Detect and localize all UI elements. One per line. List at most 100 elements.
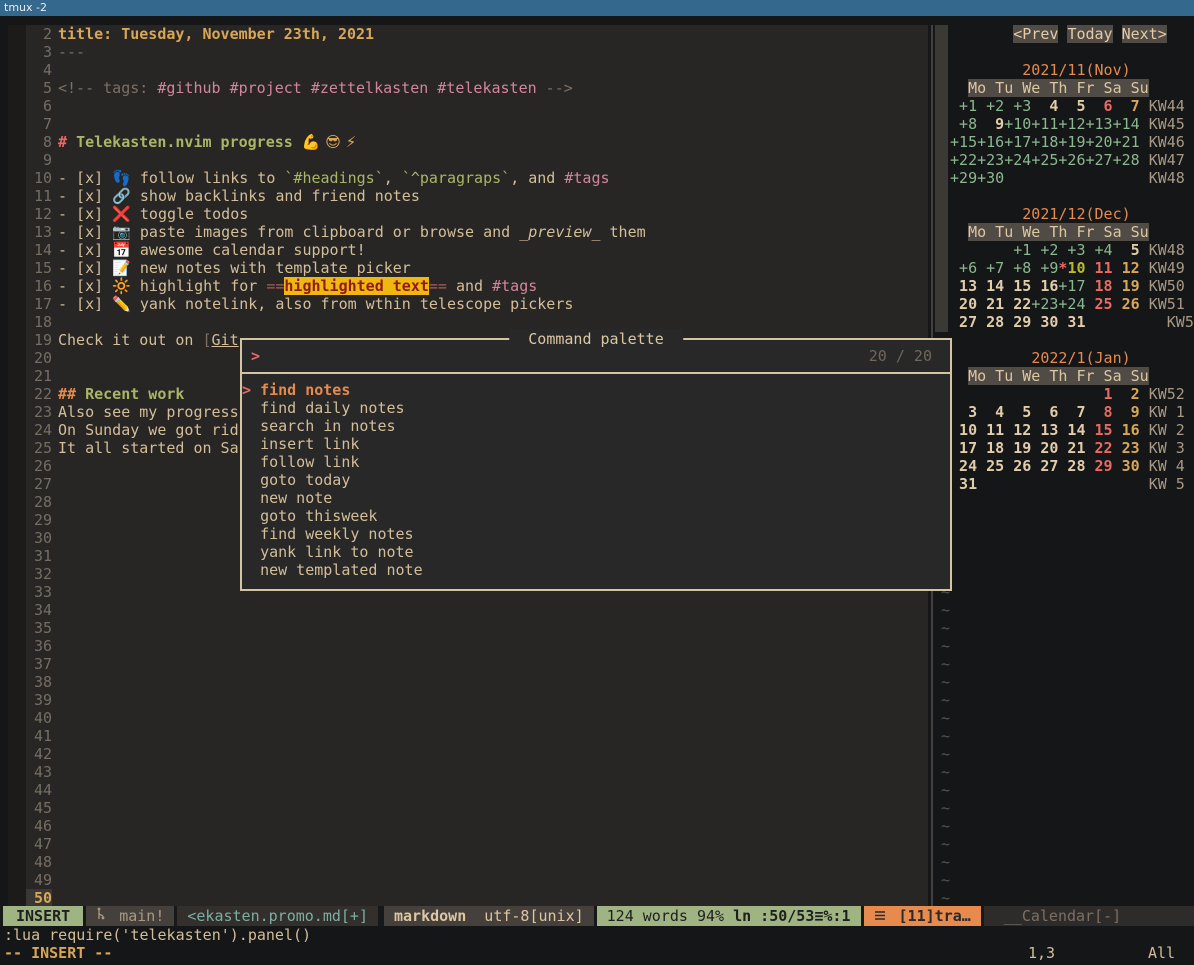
palette-item[interactable]: find daily notes: [242, 399, 950, 417]
calendar-day[interactable]: 15: [1086, 421, 1113, 439]
calendar-day[interactable]: 29: [1004, 313, 1031, 331]
calendar-day[interactable]: +6: [950, 259, 977, 277]
calendar-day[interactable]: 14: [977, 277, 1004, 295]
calendar-day[interactable]: 21: [1058, 439, 1085, 457]
calendar-day[interactable]: 3: [950, 403, 977, 421]
calendar-day[interactable]: 6: [1086, 97, 1113, 115]
calendar-day[interactable]: +9: [1031, 259, 1058, 277]
calendar-day[interactable]: 9: [1113, 403, 1140, 421]
calendar-day[interactable]: +8: [950, 115, 977, 133]
calendar-day[interactable]: +20: [1086, 133, 1113, 151]
calendar-day[interactable]: +2: [1031, 241, 1058, 259]
palette-prompt[interactable]: > 20 / 20: [242, 340, 950, 374]
calendar-day[interactable]: 30: [1031, 313, 1058, 331]
calendar-day[interactable]: +19: [1058, 133, 1085, 151]
calendar-day[interactable]: 13: [1031, 421, 1058, 439]
calendar-day[interactable]: 5: [1113, 241, 1140, 259]
calendar-day[interactable]: +25: [1031, 151, 1058, 169]
calendar-day[interactable]: 12: [1004, 421, 1031, 439]
calendar-day[interactable]: 17: [950, 439, 977, 457]
calendar-day[interactable]: 4: [977, 403, 1004, 421]
calendar-day[interactable]: 9: [977, 115, 1004, 133]
calendar-day[interactable]: +21: [1113, 133, 1140, 151]
calendar-day[interactable]: +22: [950, 151, 977, 169]
calendar-day[interactable]: +23: [977, 151, 1004, 169]
calendar-day[interactable]: 11: [1086, 259, 1113, 277]
calendar-day[interactable]: +17: [1004, 133, 1031, 151]
calendar-day[interactable]: +3: [1004, 97, 1031, 115]
calendar-day[interactable]: +30: [977, 169, 1004, 187]
calendar-day[interactable]: 27: [1031, 457, 1058, 475]
calendar-day[interactable]: 31: [1058, 313, 1085, 331]
calendar-day[interactable]: +17: [1058, 277, 1085, 295]
palette-item[interactable]: search in notes: [242, 417, 950, 435]
today-button[interactable]: Today: [1067, 25, 1112, 43]
calendar-day[interactable]: 22: [1004, 295, 1031, 313]
calendar-day[interactable]: 12: [1113, 259, 1140, 277]
calendar-day[interactable]: 2: [1113, 385, 1140, 403]
calendar-day[interactable]: 31: [950, 475, 977, 493]
calendar-day[interactable]: +2: [977, 97, 1004, 115]
palette-item[interactable]: find weekly notes: [242, 525, 950, 543]
calendar-day[interactable]: +18: [1031, 133, 1058, 151]
calendar-day[interactable]: 6: [1031, 403, 1058, 421]
calendar-day[interactable]: 26: [1004, 457, 1031, 475]
palette-item[interactable]: > find notes: [242, 381, 950, 399]
calendar-day[interactable]: +15: [950, 133, 977, 151]
calendar-day[interactable]: +16: [977, 133, 1004, 151]
calendar-day[interactable]: 18: [977, 439, 1004, 457]
calendar-day[interactable]: 7: [1058, 403, 1085, 421]
calendar-day[interactable]: 25: [977, 457, 1004, 475]
calendar-day[interactable]: 5: [1058, 97, 1085, 115]
calendar-day[interactable]: 30: [1113, 457, 1140, 475]
calendar-day[interactable]: +3: [1058, 241, 1085, 259]
calendar-day[interactable]: 7: [1113, 97, 1140, 115]
calendar-day[interactable]: 29: [1086, 457, 1113, 475]
calendar-day[interactable]: 4: [1031, 97, 1058, 115]
calendar-day[interactable]: 27: [950, 313, 977, 331]
palette-item[interactable]: new templated note: [242, 561, 950, 579]
palette-item[interactable]: insert link: [242, 435, 950, 453]
calendar-day[interactable]: 28: [1058, 457, 1085, 475]
calendar-day[interactable]: 10: [950, 421, 977, 439]
calendar-day[interactable]: +10: [1004, 115, 1031, 133]
calendar-day[interactable]: 28: [977, 313, 1004, 331]
calendar-day[interactable]: 11: [977, 421, 1004, 439]
calendar-day[interactable]: 21: [977, 295, 1004, 313]
prev-month-button[interactable]: <Prev: [1013, 25, 1058, 43]
calendar-day[interactable]: +4: [1086, 241, 1113, 259]
calendar-day[interactable]: +27: [1086, 151, 1113, 169]
palette-item[interactable]: new note: [242, 489, 950, 507]
palette-item[interactable]: goto thisweek: [242, 507, 950, 525]
calendar-day[interactable]: *10: [1058, 259, 1085, 277]
calendar-day[interactable]: +8: [1004, 259, 1031, 277]
calendar-day[interactable]: +11: [1031, 115, 1058, 133]
calendar-day[interactable]: 14: [1058, 421, 1085, 439]
calendar-day[interactable]: 24: [950, 457, 977, 475]
calendar-day[interactable]: 1: [1086, 385, 1113, 403]
calendar-day[interactable]: 8: [1086, 403, 1113, 421]
calendar-day[interactable]: +12: [1058, 115, 1085, 133]
calendar-day[interactable]: +14: [1113, 115, 1140, 133]
calendar-day[interactable]: 16: [1113, 421, 1140, 439]
palette-item[interactable]: goto today: [242, 471, 950, 489]
calendar-day[interactable]: +24: [1058, 295, 1085, 313]
calendar-day[interactable]: 20: [950, 295, 977, 313]
calendar-day[interactable]: +7: [977, 259, 1004, 277]
calendar-day[interactable]: 15: [1004, 277, 1031, 295]
calendar-day[interactable]: 16: [1031, 277, 1058, 295]
palette-item[interactable]: yank link to note: [242, 543, 950, 561]
calendar-day[interactable]: +24: [1004, 151, 1031, 169]
calendar-day[interactable]: +23: [1031, 295, 1058, 313]
calendar-day[interactable]: +29: [950, 169, 977, 187]
calendar-day[interactable]: +28: [1113, 151, 1140, 169]
calendar-day[interactable]: 5: [1004, 403, 1031, 421]
calendar-day[interactable]: 20: [1031, 439, 1058, 457]
calendar-day[interactable]: +26: [1058, 151, 1085, 169]
calendar-day[interactable]: 25: [1086, 295, 1113, 313]
calendar-day[interactable]: 23: [1113, 439, 1140, 457]
calendar-day[interactable]: 19: [1113, 277, 1140, 295]
calendar-day[interactable]: +1: [950, 97, 977, 115]
calendar-day[interactable]: 18: [1086, 277, 1113, 295]
calendar-day[interactable]: 26: [1113, 295, 1140, 313]
